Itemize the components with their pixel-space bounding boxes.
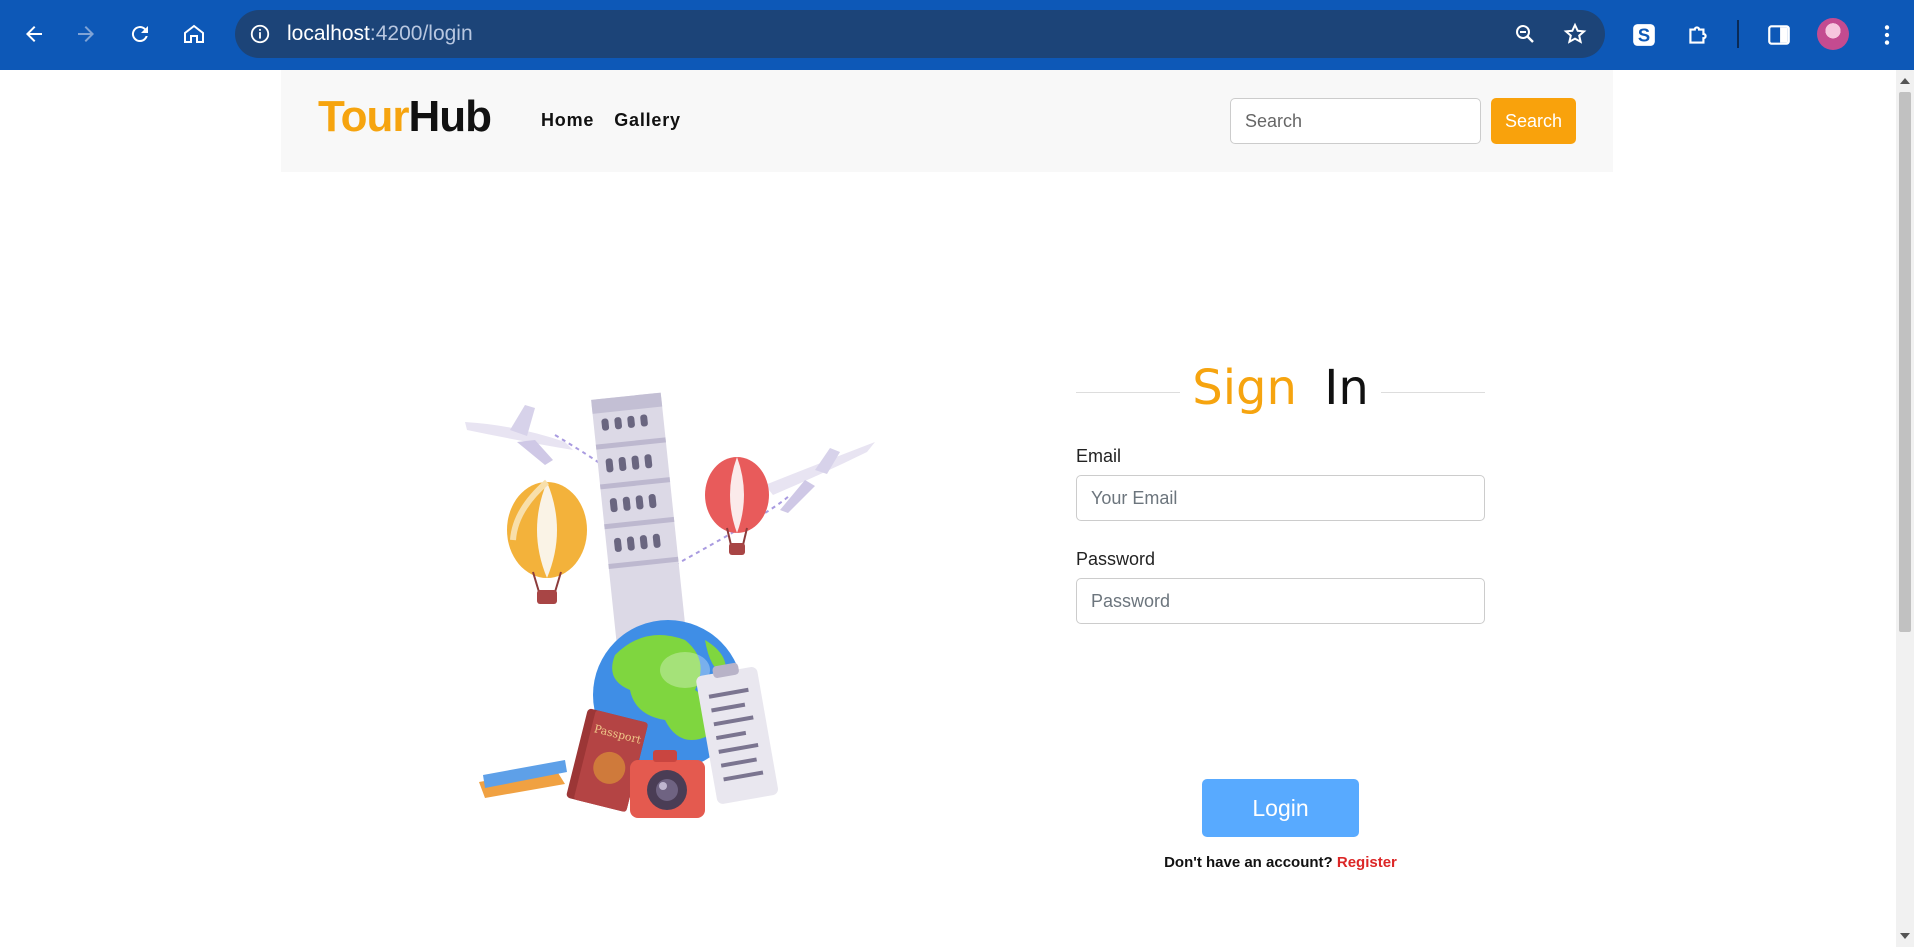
password-label: Password	[1076, 549, 1156, 569]
toolbar-divider	[1737, 20, 1739, 48]
side-panel-button[interactable]	[1764, 20, 1794, 50]
back-arrow-icon	[26, 26, 42, 42]
login-button[interactable]: Login	[1202, 779, 1359, 837]
nav-home-link[interactable]: Home	[541, 110, 594, 131]
zoom-icon[interactable]	[1513, 22, 1537, 46]
scrollbar-thumb[interactable]	[1899, 92, 1911, 632]
signin-form: Sign In Email Password Login Don't have …	[1076, 360, 1485, 871]
register-link[interactable]: Register	[1337, 854, 1397, 871]
nav-gallery-link[interactable]: Gallery	[614, 110, 681, 131]
reload-button[interactable]	[122, 16, 158, 52]
password-field[interactable]	[1076, 578, 1485, 624]
leaning-tower	[591, 392, 688, 658]
left-hot-air-balloon	[507, 479, 587, 604]
site-info-icon[interactable]	[249, 23, 271, 45]
title-sign: Sign	[1186, 360, 1303, 416]
main-menu: Home Gallery	[541, 110, 681, 131]
no-account-text: Don't have an account?	[1164, 854, 1333, 871]
travel-illustration: Passport	[465, 392, 875, 818]
bookmark-star-icon[interactable]	[1563, 22, 1587, 46]
title-in: In	[1318, 360, 1375, 416]
plane-tickets	[479, 760, 567, 798]
scroll-down-arrow-icon[interactable]	[1900, 933, 1910, 939]
browser-menu-button[interactable]	[1872, 20, 1902, 50]
home-icon	[184, 24, 204, 43]
forward-arrow-icon	[78, 26, 94, 42]
scroll-up-arrow-icon[interactable]	[1900, 78, 1910, 84]
page-viewport: TourHub Home Gallery Search Search Passp…	[0, 70, 1896, 947]
camera	[630, 750, 705, 818]
url-text[interactable]: localhost:4200/login	[287, 22, 473, 46]
extensions-button[interactable]	[1683, 20, 1713, 50]
kebab-menu-icon	[1884, 25, 1890, 45]
email-field[interactable]	[1076, 475, 1485, 521]
reload-icon	[131, 26, 148, 43]
s-extension-icon: S	[1633, 24, 1655, 46]
browser-toolbar: localhost:4200/login S	[0, 0, 1914, 70]
site-search-button[interactable]: Search	[1491, 98, 1576, 144]
address-bar[interactable]: localhost:4200/login	[235, 10, 1605, 58]
side-panel-icon	[1768, 25, 1790, 45]
puzzle-icon	[1689, 26, 1707, 44]
brand-logo[interactable]: TourHub	[318, 92, 492, 142]
site-navbar: TourHub Home Gallery Search	[281, 70, 1613, 172]
page-scrollbar[interactable]	[1896, 70, 1914, 947]
checklist-clipboard	[696, 662, 779, 804]
site-search-input[interactable]	[1230, 98, 1481, 144]
forward-button[interactable]	[68, 16, 104, 52]
right-hot-air-balloon	[705, 457, 769, 555]
profile-avatar[interactable]	[1817, 18, 1849, 50]
svg-text:S: S	[1638, 25, 1650, 46]
signin-heading: Sign In	[1076, 360, 1485, 420]
home-button[interactable]	[176, 16, 212, 52]
back-button[interactable]	[16, 16, 52, 52]
extension-s-button[interactable]: S	[1629, 20, 1659, 50]
email-label: Email	[1076, 446, 1122, 466]
register-prompt: Don't have an account? Register	[1076, 854, 1485, 871]
